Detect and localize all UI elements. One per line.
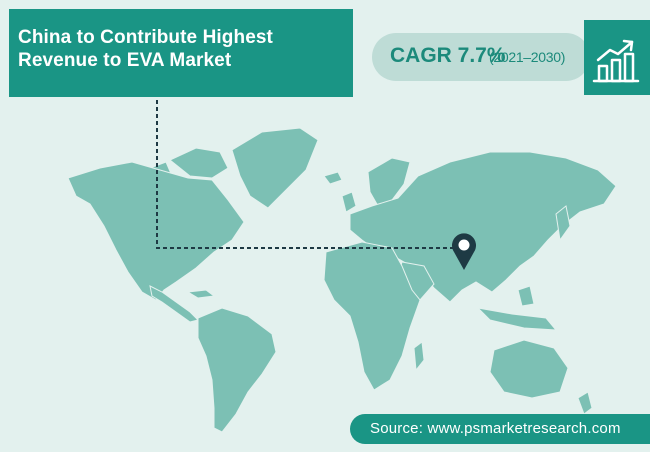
greenland-landmass bbox=[231, 127, 319, 209]
north-america-landmass bbox=[67, 161, 245, 301]
indonesia-landmass bbox=[476, 307, 558, 331]
growth-chart-icon bbox=[592, 39, 640, 83]
page-title: China to Contribute Highest Revenue to E… bbox=[18, 27, 273, 71]
infographic: China to Contribute Highest Revenue to E… bbox=[0, 0, 650, 452]
australia-landmass bbox=[489, 339, 569, 399]
arctic-islands-landmass bbox=[169, 147, 229, 179]
title-box: China to Contribute Highest Revenue to E… bbox=[9, 9, 353, 97]
south-america-landmass bbox=[197, 307, 277, 433]
growth-chart-icon-box bbox=[584, 20, 650, 95]
source-text: Source: www.psmarketresearch.com bbox=[370, 420, 621, 437]
source-bar: Source: www.psmarketresearch.com bbox=[350, 414, 650, 444]
cagr-badge: CAGR 7.7% (2021–2030) bbox=[372, 33, 590, 81]
cagr-period: (2021–2030) bbox=[489, 49, 566, 65]
